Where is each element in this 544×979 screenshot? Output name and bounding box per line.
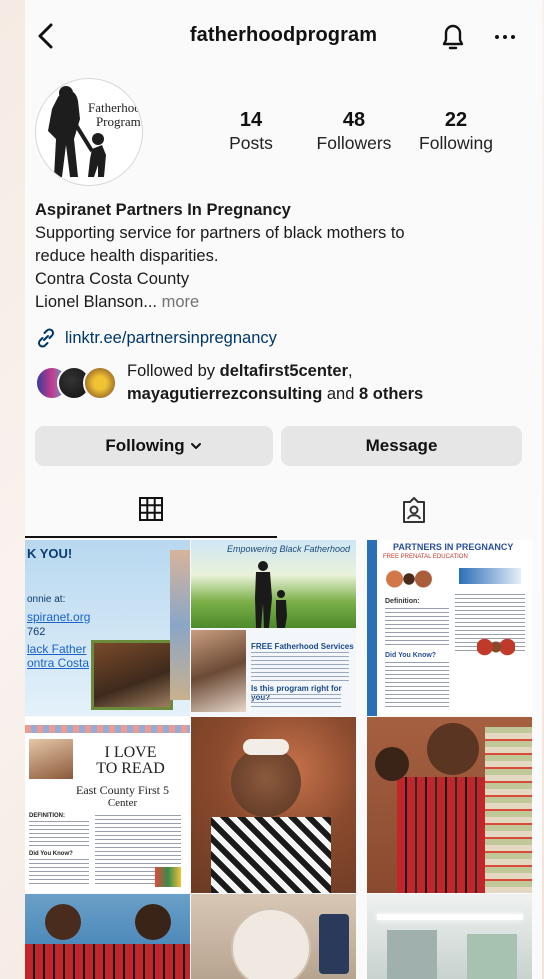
bio-more-link[interactable]: more bbox=[157, 293, 200, 311]
tab-posts-grid[interactable] bbox=[25, 486, 277, 540]
post-thumbnail[interactable] bbox=[367, 894, 532, 979]
profile-name: Aspiranet Partners In Pregnancy bbox=[35, 201, 291, 219]
followed-by[interactable]: Followed by deltafirst5center, mayagutie… bbox=[35, 360, 535, 408]
profile-link[interactable]: linktr.ee/partnersinpregnancy bbox=[35, 326, 277, 350]
followed-by-text: Followed by deltafirst5center, mayagutie… bbox=[127, 362, 424, 403]
posts-stat[interactable]: 14 Posts bbox=[223, 108, 279, 154]
post-thumbnail[interactable]: I LOVE TO READ East County First 5 Cente… bbox=[25, 717, 190, 893]
message-button[interactable]: Message bbox=[281, 426, 522, 466]
link-icon bbox=[37, 328, 55, 348]
bio-line-truncated: Lionel Blanson... more bbox=[35, 293, 200, 311]
chevron-down-icon bbox=[190, 443, 201, 449]
message-button-label: Message bbox=[365, 436, 438, 455]
bio-line: Supporting service for partners of black… bbox=[35, 224, 405, 242]
posts-label: Posts bbox=[229, 133, 273, 153]
bio-line: reduce health disparities. bbox=[35, 247, 219, 265]
post-thumbnail[interactable]: PARTNERS IN PREGNANCY FREE PRENATAL EDUC… bbox=[367, 540, 532, 716]
post-thumbnail[interactable]: Empowering Black Fatherhood FREE Fatherh… bbox=[191, 540, 356, 716]
post-thumbnail[interactable]: K YOU! onnie at: spiranet.org 762 lack F… bbox=[25, 540, 190, 716]
profile-screen: fatherhoodprogram Fatherhoo Program 14 P… bbox=[25, 0, 542, 979]
following-stat[interactable]: 22 Following bbox=[415, 108, 497, 154]
follower-avatar bbox=[83, 366, 117, 400]
avatar-logo-text: Fatherhoo Program bbox=[88, 100, 141, 129]
active-tab-indicator bbox=[25, 536, 277, 538]
post-thumbnail[interactable] bbox=[191, 717, 356, 893]
post-thumbnail[interactable] bbox=[25, 894, 190, 979]
followers-label: Followers bbox=[316, 133, 392, 153]
post-thumbnail[interactable] bbox=[367, 717, 532, 893]
post-thumbnail[interactable] bbox=[191, 894, 356, 979]
more-icon[interactable] bbox=[490, 20, 520, 52]
followers-count: 48 bbox=[342, 109, 366, 131]
profile-tabs bbox=[25, 486, 542, 540]
profile-bio: Aspiranet Partners In Pregnancy Supporti… bbox=[35, 199, 535, 314]
link-text: linktr.ee/partnersinpregnancy bbox=[65, 328, 277, 347]
bio-line: Contra Costa County bbox=[35, 270, 190, 288]
following-label: Following bbox=[419, 133, 493, 153]
bell-icon[interactable] bbox=[438, 20, 468, 52]
following-button-label: Following bbox=[105, 436, 185, 455]
posts-count: 14 bbox=[239, 109, 263, 131]
tab-tagged[interactable] bbox=[285, 486, 542, 540]
following-count: 22 bbox=[444, 109, 468, 131]
following-button[interactable]: Following bbox=[35, 426, 273, 466]
top-bar: fatherhoodprogram bbox=[25, 18, 542, 54]
profile-avatar[interactable]: Fatherhoo Program bbox=[35, 78, 143, 186]
grid-icon bbox=[139, 497, 163, 521]
tagged-icon bbox=[402, 497, 425, 523]
followers-stat[interactable]: 48 Followers bbox=[312, 108, 396, 154]
